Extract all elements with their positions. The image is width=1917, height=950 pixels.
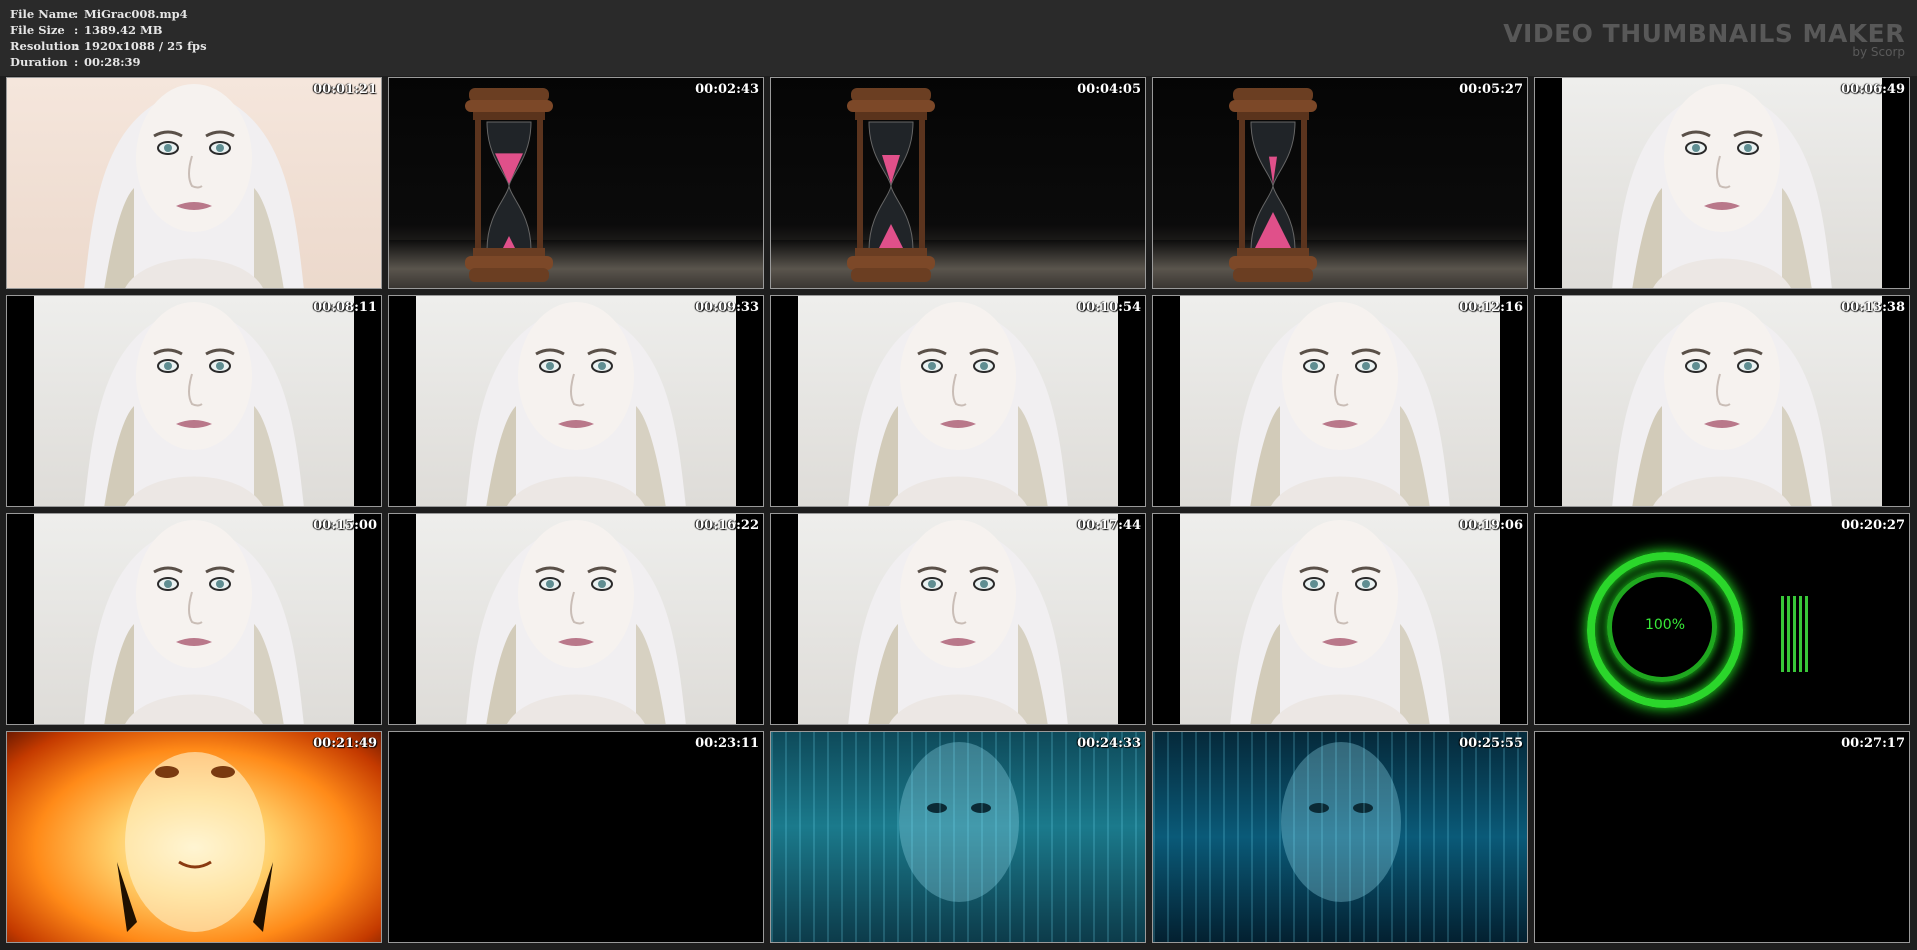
thumbnail[interactable]: 00:05:27: [1152, 77, 1528, 289]
file-size-label: File Size: [10, 23, 65, 37]
video-frame: [416, 514, 736, 724]
face-image: [848, 302, 1068, 506]
timestamp: 00:13:38: [1841, 300, 1905, 315]
thumbnail[interactable]: 00:15:00: [6, 513, 382, 725]
separator: :: [74, 23, 79, 37]
timestamp: 00:05:27: [1459, 82, 1523, 97]
progress-percent: 100%: [1644, 617, 1686, 633]
floor: [1153, 240, 1527, 288]
thumbnail[interactable]: 00:02:43: [388, 77, 764, 289]
thumbnail[interactable]: 100% 00:20:27: [1534, 513, 1910, 725]
thumbnail[interactable]: 00:09:33: [388, 295, 764, 507]
thumbnail-grid: 00:01:21 00:02:43 00:04:05 00:05:27 00:0…: [6, 77, 1910, 943]
thumbnail[interactable]: 00:10:54: [770, 295, 1146, 507]
floor: [771, 240, 1145, 288]
timestamp: 00:08:11: [313, 300, 377, 315]
face-image: [1230, 520, 1450, 724]
separator: :: [74, 7, 79, 21]
face-image: [848, 520, 1068, 724]
thumbnail[interactable]: 00:27:17: [1534, 731, 1910, 943]
timestamp: 00:02:43: [695, 82, 759, 97]
timestamp: 00:23:11: [695, 736, 759, 751]
info-header: File Name : MiGrac008.mp4 File Size : 13…: [0, 0, 1917, 76]
timestamp: 00:01:21: [313, 82, 377, 97]
file-info: File Name : MiGrac008.mp4 File Size : 13…: [10, 6, 207, 70]
file-name-row: File Name : MiGrac008.mp4: [10, 6, 207, 22]
timestamp: 00:21:49: [313, 736, 377, 751]
video-frame: [34, 514, 354, 724]
video-frame: [1562, 78, 1882, 288]
thumbnail[interactable]: 00:23:11: [388, 731, 764, 943]
thumbnail[interactable]: 00:01:21: [6, 77, 382, 289]
timestamp: 00:06:49: [1841, 82, 1905, 97]
timestamp: 00:17:44: [1077, 518, 1141, 533]
face-image: [84, 302, 304, 506]
file-name-value: MiGrac008.mp4: [84, 7, 188, 21]
thumbnail[interactable]: 00:08:11: [6, 295, 382, 507]
signal-bars: [1781, 596, 1809, 672]
video-frame: [798, 296, 1118, 506]
video-frame: [34, 296, 354, 506]
code-rain: [1153, 732, 1527, 942]
hourglass-image: [847, 88, 935, 282]
face-image: [466, 520, 686, 724]
timestamp: 00:15:00: [313, 518, 377, 533]
thumbnail[interactable]: 00:13:38: [1534, 295, 1910, 507]
duration-value: 00:28:39: [84, 55, 141, 69]
file-size-value: 1389.42 MB: [84, 23, 163, 37]
timestamp: 00:16:22: [695, 518, 759, 533]
face-image: [466, 302, 686, 506]
hourglass-image: [1229, 88, 1317, 282]
fire-face-image: [117, 752, 273, 932]
timestamp: 00:25:55: [1459, 736, 1523, 751]
face-image: [84, 520, 304, 724]
separator: :: [74, 55, 79, 69]
resolution-label: Resolution: [10, 39, 80, 53]
thumbnail[interactable]: 00:12:16: [1152, 295, 1528, 507]
brand-title: VIDEO THUMBNAILS MAKER: [1503, 19, 1905, 48]
timestamp: 00:20:27: [1841, 518, 1905, 533]
resolution-value: 1920x1088 / 25 fps: [84, 39, 207, 53]
thumbnail[interactable]: 00:04:05: [770, 77, 1146, 289]
timestamp: 00:04:05: [1077, 82, 1141, 97]
thumbnail[interactable]: 00:06:49: [1534, 77, 1910, 289]
duration-row: Duration : 00:28:39: [10, 54, 207, 70]
floor: [389, 240, 763, 288]
thumbnail[interactable]: 00:25:55: [1152, 731, 1528, 943]
video-frame: [1562, 296, 1882, 506]
face-image: [84, 84, 304, 288]
thumbnail[interactable]: 00:16:22: [388, 513, 764, 725]
brand-watermark: VIDEO THUMBNAILS MAKER by Scorp: [1503, 19, 1905, 59]
timestamp: 00:09:33: [695, 300, 759, 315]
separator: :: [74, 39, 79, 53]
file-size-row: File Size : 1389.42 MB: [10, 22, 207, 38]
code-rain: [771, 732, 1145, 942]
thumbnail[interactable]: 00:24:33: [770, 731, 1146, 943]
thumbnail[interactable]: 00:17:44: [770, 513, 1146, 725]
face-image: [1612, 84, 1832, 288]
video-frame: [798, 514, 1118, 724]
hourglass-image: [465, 88, 553, 282]
timestamp: 00:10:54: [1077, 300, 1141, 315]
timestamp: 00:27:17: [1841, 736, 1905, 751]
face-image: [1612, 302, 1832, 506]
timestamp: 00:12:16: [1459, 300, 1523, 315]
file-name-label: File Name: [10, 7, 76, 21]
duration-label: Duration: [10, 55, 68, 69]
video-frame: [1180, 296, 1500, 506]
thumbnail[interactable]: 00:21:49: [6, 731, 382, 943]
timestamp: 00:19:06: [1459, 518, 1523, 533]
face-image: [1230, 302, 1450, 506]
timestamp: 00:24:33: [1077, 736, 1141, 751]
thumbnail[interactable]: 00:19:06: [1152, 513, 1528, 725]
video-frame: [416, 296, 736, 506]
resolution-row: Resolution : 1920x1088 / 25 fps: [10, 38, 207, 54]
video-frame: [1180, 514, 1500, 724]
